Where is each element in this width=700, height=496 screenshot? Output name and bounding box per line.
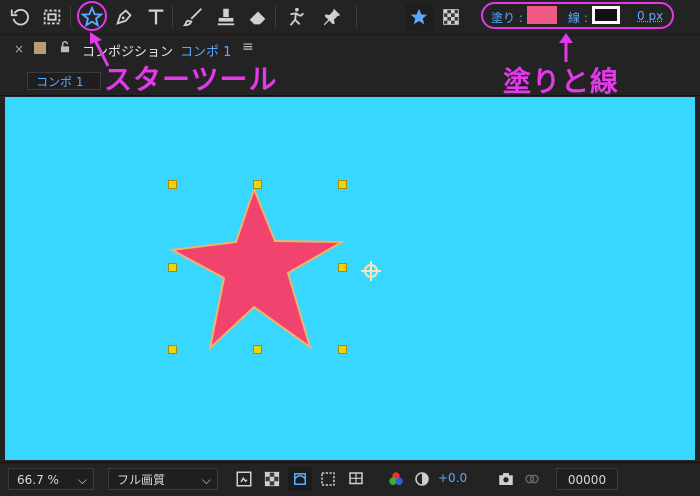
rotate-icon [10, 8, 29, 26]
star-tool[interactable] [78, 3, 106, 31]
stroke-color-swatch[interactable] [592, 6, 620, 24]
bbox-handle-bottom-left[interactable] [168, 345, 177, 354]
clone-stamp-tool[interactable] [212, 3, 240, 31]
zoom-value: 66.7 % [17, 473, 59, 487]
region-of-interest-button[interactable] [316, 467, 340, 491]
bbox-handle-top-right[interactable] [338, 180, 347, 189]
transparency-grid-button[interactable] [260, 467, 284, 491]
exposure-reset-button[interactable] [410, 467, 434, 491]
clone-stamp-icon [217, 8, 235, 26]
type-tool-icon [148, 9, 164, 25]
timecode-field[interactable]: 00000 [556, 468, 618, 490]
checker-toggle[interactable] [437, 3, 465, 31]
fast-preview-button[interactable] [232, 467, 256, 491]
close-icon[interactable]: × [14, 42, 24, 56]
lock-icon[interactable] [58, 40, 72, 54]
bbox-handle-bottom-right[interactable] [338, 345, 347, 354]
stroke-width-value[interactable]: 0 px [637, 9, 663, 23]
channel-button[interactable] [384, 467, 408, 491]
pin-icon [323, 8, 341, 26]
bbox-handle-middle-right[interactable] [338, 263, 347, 272]
checker-icon [264, 471, 280, 487]
bbox-handle-middle-left[interactable] [168, 263, 177, 272]
take-snapshot-button[interactable] [494, 467, 518, 491]
checker-icon [443, 9, 459, 25]
camera-icon [499, 473, 513, 485]
toolbar-separator [356, 6, 357, 28]
eraser-icon [249, 11, 266, 25]
puppet-tool[interactable] [282, 3, 310, 31]
chevron-down-icon: ⌵ [77, 473, 87, 487]
snapshot-icon [236, 471, 252, 487]
camera-track-icon [43, 9, 61, 25]
fill-label[interactable]: 塗り : [491, 9, 523, 26]
stroke-label[interactable]: 線 : [568, 9, 588, 26]
mask-path-button[interactable] [288, 467, 312, 491]
pin-tool[interactable] [318, 3, 346, 31]
bbox-handle-top-left[interactable] [168, 180, 177, 189]
link-icon [525, 474, 539, 484]
exposure-value[interactable]: +0.0 [438, 471, 467, 485]
brush-tool[interactable] [180, 3, 208, 31]
bbox-handle-bottom-center[interactable] [253, 345, 262, 354]
exposure-icon [415, 472, 429, 486]
toolbar-separator [172, 6, 173, 28]
puppet-icon [289, 7, 304, 26]
star-tool-icon [81, 6, 103, 28]
pen-tool[interactable] [110, 3, 138, 31]
bbox-handle-top-center[interactable] [253, 180, 262, 189]
menu-icon[interactable]: ≡ [242, 39, 254, 55]
color-swatch-icon[interactable] [34, 42, 46, 54]
quality-value: フル画質 [117, 473, 166, 487]
star-shape-icon [410, 8, 428, 25]
chevron-down-icon: ⌵ [201, 473, 211, 487]
rotate-tool[interactable] [6, 3, 34, 31]
show-snapshot-button[interactable] [520, 467, 544, 491]
mask-icon [294, 473, 306, 485]
roi-icon [321, 472, 335, 486]
quality-dropdown[interactable]: フル画質 ⌵ [108, 468, 218, 490]
guides-icon [349, 472, 363, 485]
fill-color-swatch[interactable] [527, 6, 557, 24]
toolbar-separator [70, 6, 71, 28]
channel-icon [389, 472, 403, 485]
camera-track-tool[interactable] [38, 3, 66, 31]
pen-tool-icon [116, 9, 132, 25]
annotation-star-tool: スターツール [104, 63, 278, 96]
tab-comp-1[interactable]: コンポ 1 [27, 72, 101, 90]
guides-button[interactable] [344, 467, 368, 491]
brush-icon [183, 8, 202, 27]
composition-canvas[interactable] [5, 97, 695, 460]
zoom-dropdown[interactable]: 66.7 % ⌵ [8, 468, 94, 490]
annotation-fill-stroke: 塗りと線 [503, 65, 620, 98]
eraser-tool[interactable] [244, 3, 272, 31]
toolbar-separator [275, 6, 276, 28]
type-tool[interactable] [142, 3, 170, 31]
star-shape-toggle[interactable] [405, 3, 433, 31]
